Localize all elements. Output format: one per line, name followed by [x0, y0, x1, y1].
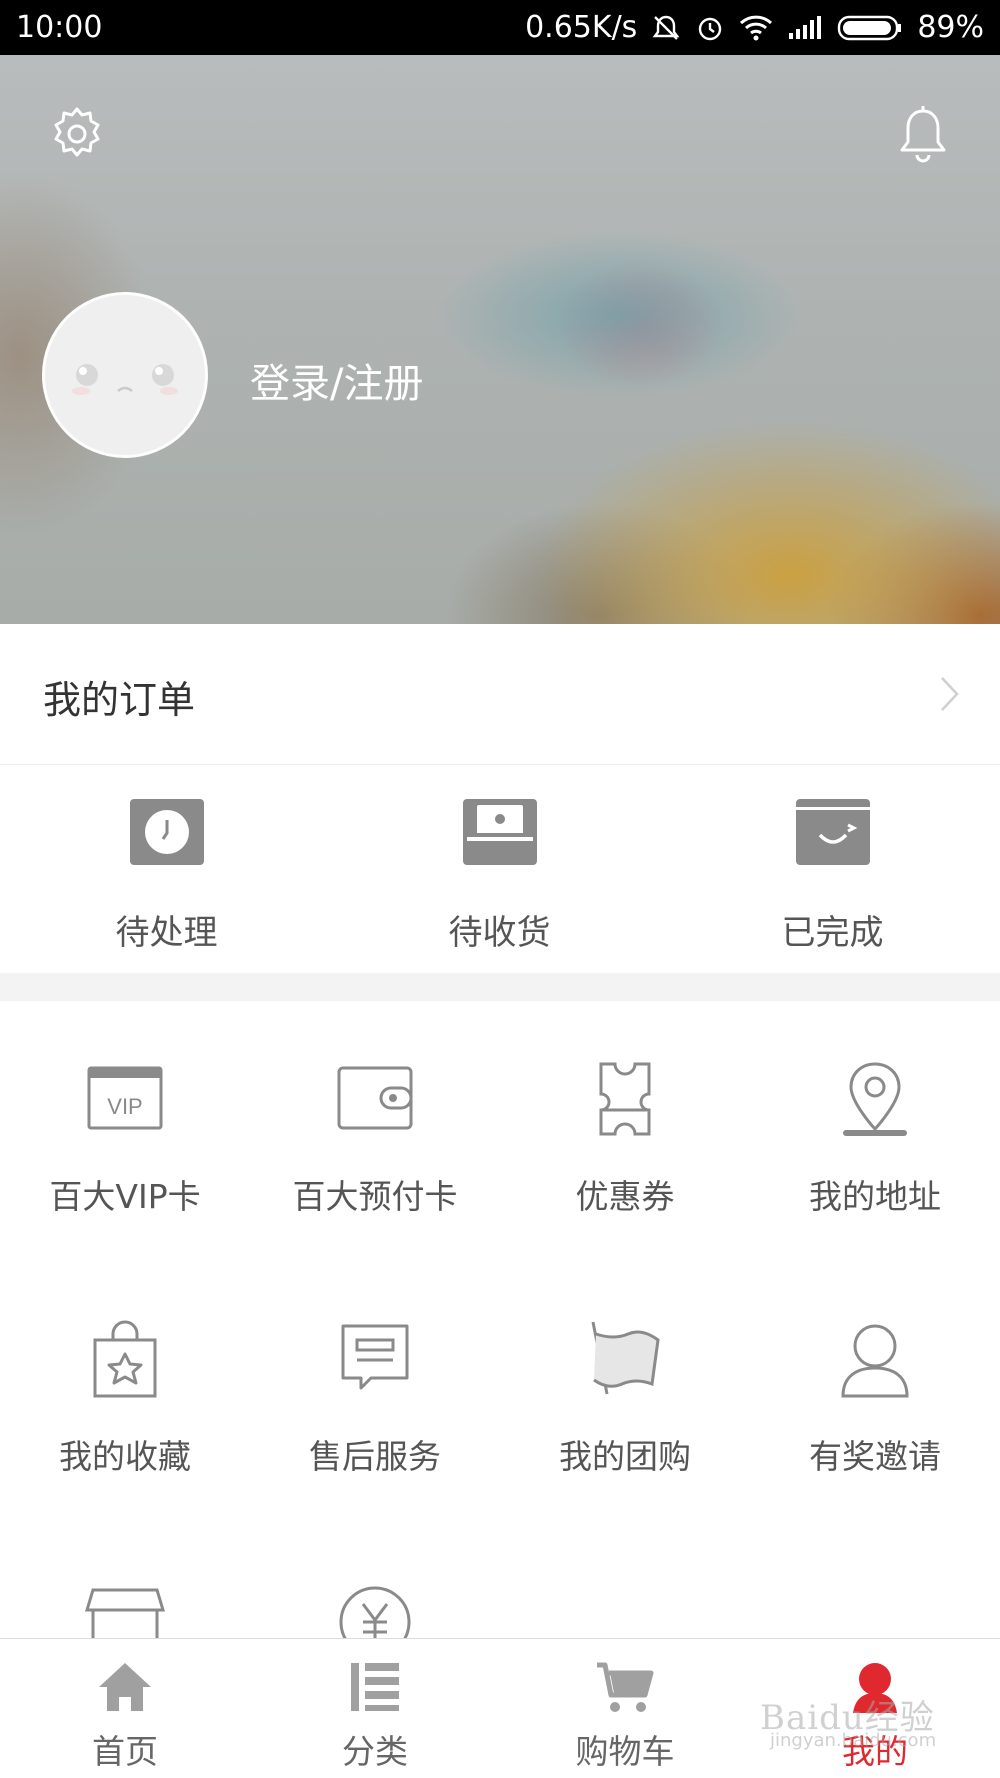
- face-icon: [72, 364, 178, 395]
- grid-item-label: 百大预付卡: [292, 1177, 458, 1216]
- login-register-link[interactable]: 登录/注册: [250, 351, 423, 409]
- person-icon: [841, 1324, 909, 1398]
- vip-card-icon: VIP: [87, 1066, 163, 1130]
- cart-icon: [597, 1662, 654, 1712]
- nav-cart[interactable]: 购物车: [500, 1639, 750, 1778]
- signal-icon: [787, 15, 823, 41]
- profile-header: 登录/注册: [0, 55, 1000, 624]
- status-bar: 10:00 0.65K/s 89%: [0, 0, 1000, 55]
- battery-percent: 89%: [917, 10, 984, 45]
- nav-label: 购物车: [575, 1732, 675, 1771]
- order-status-receive[interactable]: 待收货: [333, 765, 666, 973]
- network-speed: 0.65K/s: [525, 10, 638, 45]
- section-divider: [0, 973, 1000, 1001]
- grid-item-label: 我的地址: [809, 1177, 941, 1216]
- location-pin-icon: [843, 1062, 907, 1136]
- my-orders-title: 我的订单: [43, 678, 196, 722]
- notification-button[interactable]: [896, 105, 950, 163]
- wallet-icon: [337, 1066, 413, 1130]
- pending-clock-icon: [129, 799, 204, 865]
- grid-item-after-sales[interactable]: 售后服务: [250, 1320, 500, 1520]
- settings-button[interactable]: [48, 105, 106, 163]
- grid-item-group-buy[interactable]: 我的团购: [500, 1320, 750, 1520]
- avatar[interactable]: [42, 292, 208, 458]
- grid-item-prepaid-card[interactable]: 百大预付卡: [250, 1060, 500, 1260]
- coupon-icon: [599, 1062, 651, 1136]
- order-status-label: 待处理: [115, 913, 218, 953]
- grid-item-invite[interactable]: 有奖邀请: [750, 1320, 1000, 1520]
- nav-category[interactable]: 分类: [250, 1639, 500, 1778]
- mute-icon: [651, 13, 681, 43]
- grid-item-label: 售后服务: [309, 1437, 441, 1476]
- gear-icon: [54, 107, 100, 157]
- status-time: 10:00: [16, 10, 103, 45]
- grid-item-label: 百大VIP卡: [49, 1177, 201, 1216]
- wifi-icon: [739, 14, 773, 42]
- grid-item-address[interactable]: 我的地址: [750, 1060, 1000, 1260]
- nav-label: 首页: [92, 1732, 158, 1771]
- battery-icon: [837, 14, 903, 42]
- grid-item-favorites[interactable]: 我的收藏: [0, 1320, 250, 1520]
- alarm-icon: [695, 13, 725, 43]
- order-status-pending[interactable]: 待处理: [0, 765, 333, 973]
- bell-icon: [900, 106, 946, 163]
- message-icon: [341, 1324, 409, 1390]
- home-icon: [99, 1663, 151, 1711]
- grid-item-label: 我的收藏: [59, 1437, 191, 1476]
- completed-smile-icon: [795, 799, 870, 865]
- grid-item-label: 我的团购: [559, 1437, 691, 1476]
- grid-item-label: 有奖邀请: [809, 1437, 941, 1476]
- grid-item-vip-card[interactable]: VIP 百大VIP卡: [0, 1060, 250, 1260]
- grid-item-coupon[interactable]: 优惠券: [500, 1060, 750, 1260]
- favorite-bag-icon: [93, 1320, 157, 1398]
- nav-label: 分类: [342, 1732, 408, 1771]
- order-status-label: 待收货: [448, 913, 551, 953]
- category-list-icon: [351, 1663, 399, 1711]
- my-orders-row[interactable]: 我的订单: [0, 624, 1000, 765]
- flag-icon: [591, 1321, 660, 1395]
- order-status-completed[interactable]: 已完成: [666, 765, 999, 973]
- svg-text:VIP: VIP: [107, 1094, 142, 1119]
- chevron-right-icon: [941, 677, 959, 711]
- receive-box-icon: [462, 799, 537, 865]
- baidu-watermark-url: jingyan.baidu.com: [770, 1730, 937, 1751]
- nav-home[interactable]: 首页: [0, 1639, 250, 1778]
- order-status-row: 待处理 待收货 已完成: [0, 765, 1000, 973]
- order-status-label: 已完成: [781, 913, 884, 953]
- grid-item-label: 优惠券: [575, 1177, 675, 1216]
